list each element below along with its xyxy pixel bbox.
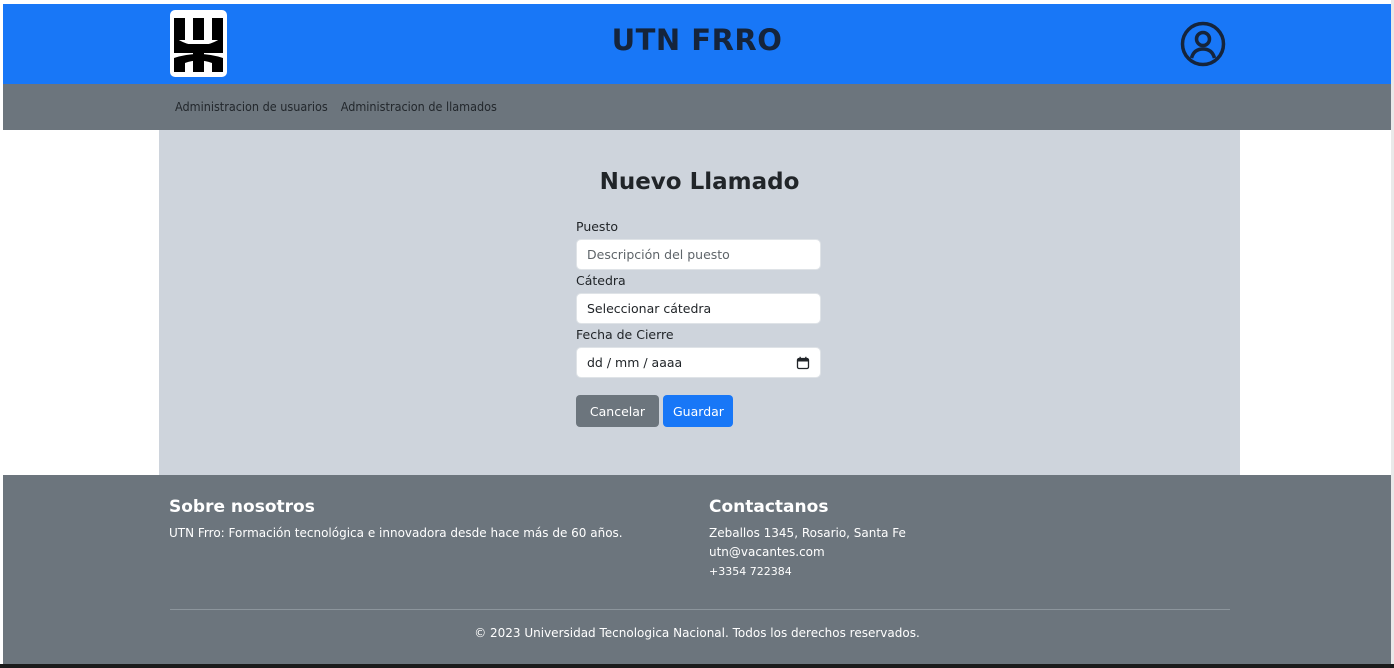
nav-link-llamados[interactable]: Administracion de llamados [341, 99, 497, 114]
catedra-label: Cátedra [576, 273, 626, 288]
main-content: Nuevo Llamado Puesto Descripción del pue… [159, 130, 1240, 475]
save-button[interactable]: Guardar [663, 395, 733, 427]
footer-about: Sobre nosotros UTN Frro: Formación tecno… [169, 497, 623, 543]
footer-divider [170, 609, 1230, 610]
main-nav: Administracion de usuarios Administracio… [3, 84, 1391, 130]
fecha-cierre-input[interactable]: dd / mm / aaaa [576, 347, 821, 378]
catedra-select[interactable]: Seleccionar cátedra [576, 293, 821, 324]
puesto-label: Puesto [576, 219, 618, 234]
about-title: Sobre nosotros [169, 497, 315, 517]
form-title: Nuevo Llamado [599, 169, 800, 195]
cancel-button[interactable]: Cancelar [576, 395, 659, 427]
calendar-icon[interactable] [796, 356, 810, 370]
contact-title: Contactanos [709, 497, 829, 517]
window-edge-bottom [0, 664, 1394, 668]
footer-contact: Contactanos Zeballos 1345, Rosario, Sant… [709, 497, 906, 581]
site-footer: Sobre nosotros UTN Frro: Formación tecno… [3, 475, 1391, 664]
copyright-text: © 2023 Universidad Tecnologica Nacional.… [474, 626, 920, 640]
nuevo-llamado-form: Puesto Descripción del puesto Cátedra Se… [576, 219, 822, 427]
contact-address: Zeballos 1345, Rosario, Santa Fe [709, 526, 906, 540]
contact-phone: +3354 722384 [709, 565, 792, 578]
nav-link-usuarios[interactable]: Administracion de usuarios [175, 99, 328, 114]
user-circle-icon[interactable] [1180, 21, 1226, 67]
top-header: UTN FRRO [3, 4, 1391, 84]
about-text: UTN Frro: Formación tecnológica e innova… [169, 526, 623, 540]
page: UTN FRRO Administracion de usuarios Admi… [3, 4, 1391, 664]
fecha-placeholder: dd / mm / aaaa [587, 355, 683, 370]
fecha-cierre-label: Fecha de Cierre [576, 327, 674, 342]
contact-email: utn@vacantes.com [709, 545, 825, 559]
puesto-input[interactable]: Descripción del puesto [576, 239, 821, 270]
